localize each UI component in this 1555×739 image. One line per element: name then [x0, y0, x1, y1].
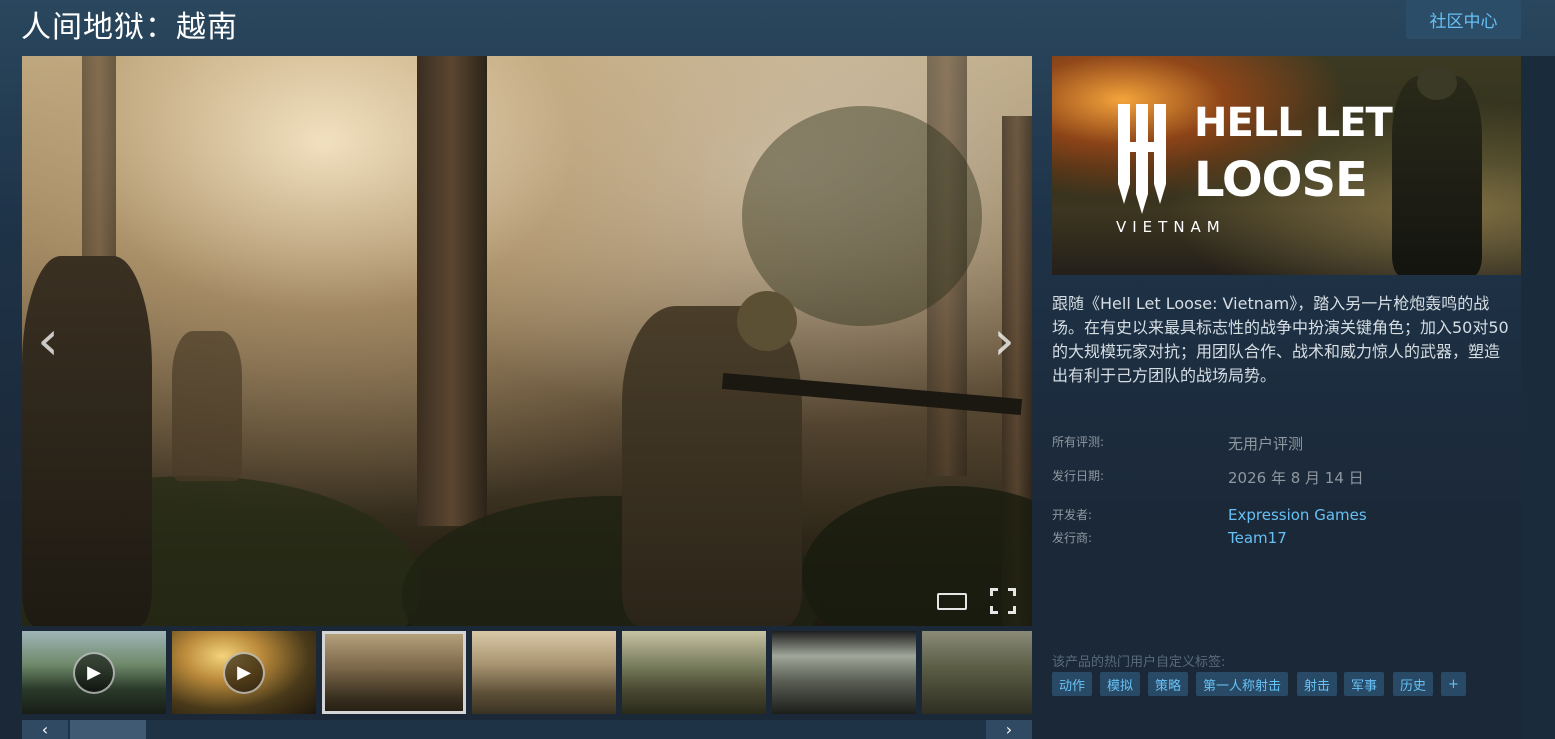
developer-link[interactable]: Expression Games	[1228, 506, 1367, 524]
side-strip	[1521, 56, 1555, 739]
prev-screenshot-arrow[interactable]: ‹	[28, 311, 68, 371]
play-icon: ▶	[73, 651, 115, 694]
game-header-image: HELL LET LOOSE VIETNAM	[1052, 56, 1521, 275]
release-date-value: 2026 年 8 月 14 日	[1228, 469, 1364, 487]
publisher-label: 发行商:	[1052, 531, 1093, 545]
page-title: 人间地狱：越南	[21, 10, 238, 45]
logo-text-vietnam: VIETNAM	[1116, 218, 1226, 236]
publisher-link[interactable]: Team17	[1228, 529, 1287, 547]
thumbnail-scrollbar[interactable]: ‹ ›	[22, 720, 1032, 739]
thumbnail-image-selected[interactable]	[322, 631, 466, 714]
tag-fps[interactable]: 第一人称射击	[1196, 672, 1289, 696]
tree-trunk	[417, 56, 487, 526]
tags-label: 该产品的热门用户自定义标签:	[1052, 655, 1226, 670]
next-screenshot-arrow[interactable]: ›	[984, 311, 1024, 371]
tag-action[interactable]: 动作	[1052, 672, 1093, 696]
developer-label: 开发者:	[1052, 508, 1093, 522]
window-mode-icon[interactable]	[937, 593, 967, 610]
game-description: 跟随《Hell Let Loose: Vietnam》，踏入另一片枪炮轰鸣的战场…	[1052, 294, 1509, 385]
release-date-label: 发行日期:	[1052, 469, 1105, 483]
add-tag-button[interactable]: +	[1441, 672, 1466, 696]
scrollbar-handle[interactable]	[70, 720, 146, 739]
fullscreen-icon[interactable]	[990, 588, 1016, 614]
reviews-label: 所有评测:	[1052, 435, 1105, 449]
community-hub-button[interactable]: 社区中心	[1406, 0, 1521, 39]
thumbnail-strip: ▶ ▶	[22, 631, 1032, 714]
thumbnail-image[interactable]	[772, 631, 916, 714]
scroll-right-button[interactable]: ›	[986, 720, 1032, 739]
thumbnail-image[interactable]	[622, 631, 766, 714]
soldier-figure	[172, 331, 242, 481]
scroll-left-button[interactable]: ‹	[22, 720, 68, 739]
thumbnail-video[interactable]: ▶	[172, 631, 316, 714]
tag-history[interactable]: 历史	[1393, 672, 1434, 696]
play-icon: ▶	[223, 651, 265, 694]
logo-text-hell-let: HELL LET	[1194, 100, 1393, 146]
thumbnail-image[interactable]	[922, 631, 1032, 714]
tag-simulation[interactable]: 模拟	[1100, 672, 1141, 696]
thumbnail-image[interactable]	[472, 631, 616, 714]
main-screenshot[interactable]: ‹ ›	[22, 56, 1032, 626]
logo-text-loose: LOOSE	[1194, 152, 1368, 208]
soldier-helmet	[737, 291, 797, 351]
logo-emblem-icon	[1118, 104, 1166, 214]
soldier-figure	[622, 306, 802, 626]
soldier-figure	[1392, 76, 1482, 275]
tag-military[interactable]: 军事	[1344, 672, 1385, 696]
reviews-value: 无用户评测	[1228, 435, 1304, 453]
tag-shooter[interactable]: 射击	[1297, 672, 1338, 696]
tag-strategy[interactable]: 策略	[1148, 672, 1189, 696]
thumbnail-video[interactable]: ▶	[22, 631, 166, 714]
soldier-helmet	[1417, 66, 1457, 100]
